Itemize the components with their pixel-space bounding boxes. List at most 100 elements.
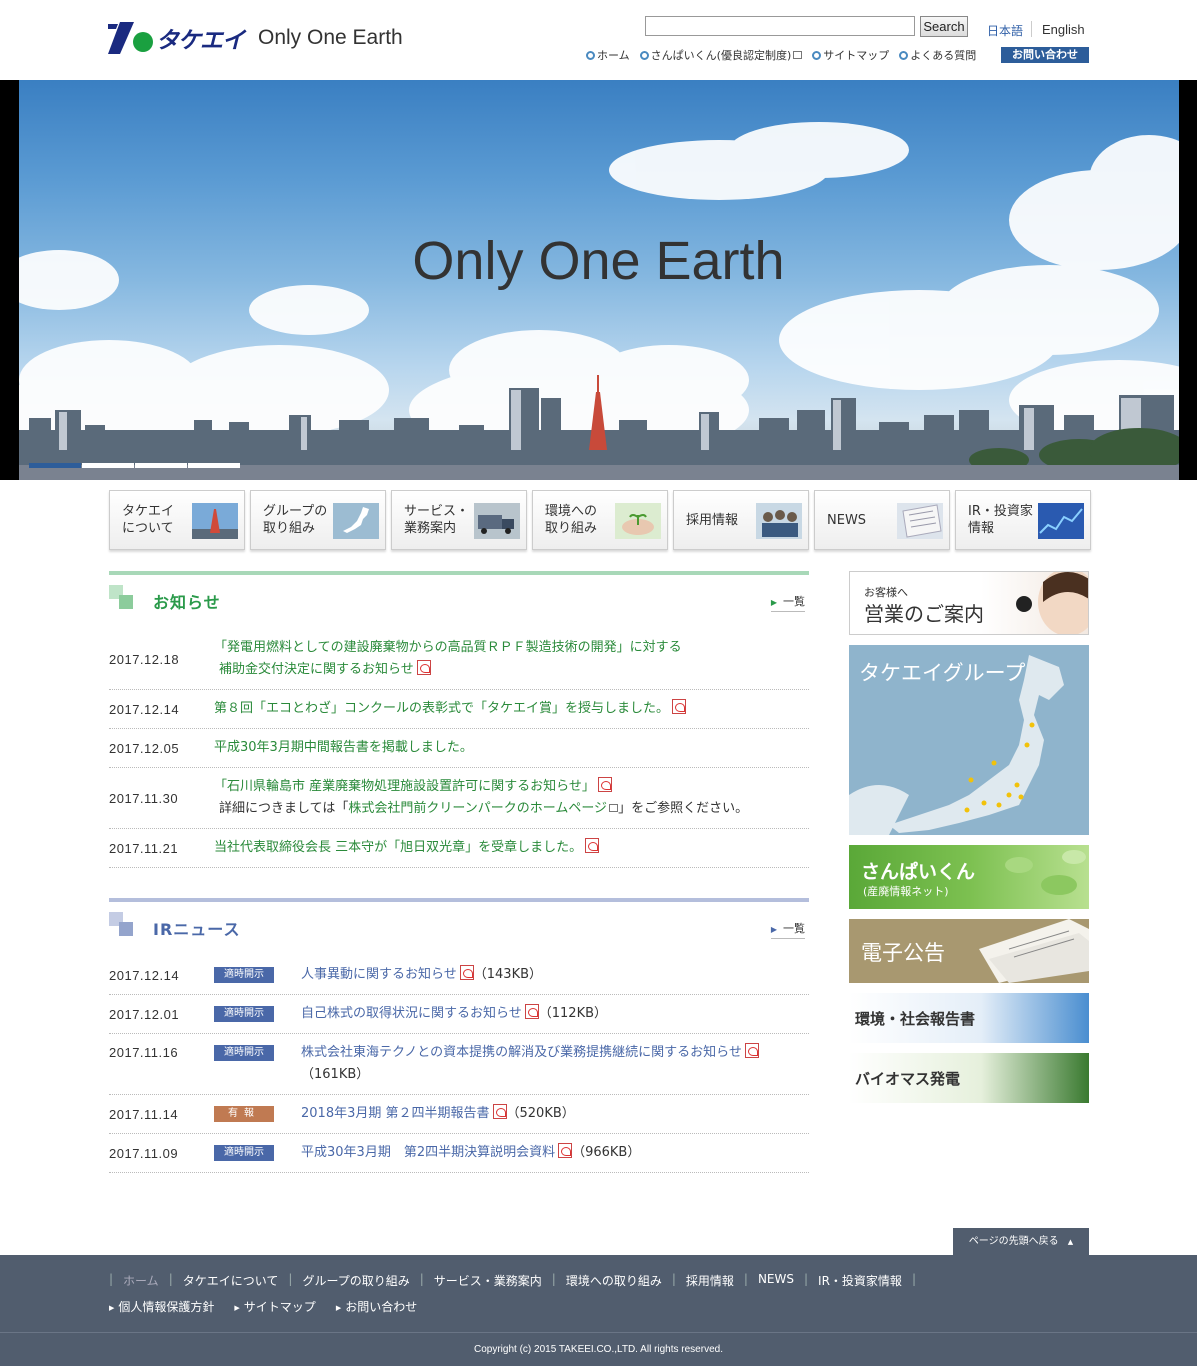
footer-link-contact[interactable]: ▶ お問い合わせ [336,1298,417,1315]
banner-takeei-group[interactable]: タケエイグループ [849,645,1089,835]
pdf-icon [672,699,687,714]
footer-link-services[interactable]: サービス・業務案内 [434,1272,542,1289]
japan-map-icon [849,655,1064,835]
ir-category-badge: 適時開示 [214,967,274,983]
footer-link-sitemap[interactable]: ▶ サイトマップ [234,1298,315,1315]
gnav-about[interactable]: タケエイ について [109,490,245,550]
footer-divider [0,1332,1197,1333]
triangle-right-icon: ▶ [234,1304,240,1312]
newspaper-thumb-icon [897,503,943,539]
triangle-right-icon: ▶ [109,1304,115,1312]
gnav-recruit[interactable]: 採用情報 [673,490,809,550]
slider-dot-2[interactable] [82,463,134,468]
banner-biomass-power[interactable]: バイオマス発電 [849,1053,1089,1103]
ir-link[interactable]: 2018年3月期 第２四半期報告書 [301,1104,507,1121]
slider-pager [29,463,241,468]
news-link[interactable]: 当社代表取締役会長 三本守が「旭日双光章」を受章しました。 [214,838,600,855]
ir-link[interactable]: 自己株式の取得状況に関するお知らせ [301,1004,539,1021]
news-section: お知らせ ▶ 一覧 2017.12.18 「発電用燃料としての建設廃棄物からの高品… [109,571,809,1173]
footer-subnav: ▶ 個人情報保護方針 ▶ サイトマップ ▶ お問い合わせ [109,1298,437,1315]
logo-mark-icon [108,22,153,54]
pdf-icon [597,777,612,792]
logo-wordmark: タケエイ [156,28,245,54]
site-logo[interactable]: タケエイ Only One Earth [108,20,403,56]
footer-link-recruit[interactable]: 採用情報 [686,1272,734,1289]
gnav-services[interactable]: サービス・ 業務案内 [391,490,527,550]
slider-dot-1[interactable] [29,463,81,468]
ir-item: 2017.11.14 有報 2018年3月期 第２四半期報告書 （520KB） [109,1095,809,1134]
footer-nav: | ホーム | タケエイについて | グループの取り組み | サービス・業務案内 | 環… [109,1272,916,1289]
ir-link[interactable]: 人事異動に関するお知らせ [301,965,474,982]
util-nav-home[interactable]: ホーム [586,47,630,63]
site-footer: | ホーム | タケエイについて | グループの取り組み | サービス・業務案内 | 環… [0,1255,1197,1366]
banner-sales-guide[interactable]: お客様へ 営業のご案内 [849,571,1089,635]
operator-woman-image [1016,572,1088,634]
search-button[interactable]: Search [920,16,968,37]
news-item: 2017.12.18 「発電用燃料としての建設廃棄物からの高品質ＲＰＦ製造技術の… [109,629,809,690]
logo-tagline: Only One Earth [258,26,403,49]
banner-csr-report[interactable]: 環境・社会報告書 [849,993,1089,1043]
triangle-up-icon: ▲ [1067,1238,1074,1246]
lang-japanese-link[interactable]: 日本語 [987,22,1023,39]
chart-thumb-icon [1038,503,1084,539]
pdf-icon [558,1143,573,1158]
triangle-right-icon: ▶ [335,1304,342,1312]
global-nav: タケエイ について グループの 取り組み サービス・ 業務案内 環境への 取り組… [109,490,1091,550]
ir-link[interactable]: 平成30年3月期 第2四半期決算説明会資料 [301,1143,573,1160]
contact-button[interactable]: お問い合わせ [1001,47,1089,63]
ir-category-badge: 有報 [214,1106,274,1122]
pdf-icon [416,660,431,675]
external-link-icon [609,804,619,812]
footer-link-about[interactable]: タケエイについて [183,1272,279,1289]
ir-title: IRニュース [153,920,241,939]
news-link[interactable]: 第８回「エコとわざ」コンクールの表彰式で「タケエイ賞」を授与しました。 [214,699,687,716]
truck-thumb-icon [474,503,520,539]
gnav-environment[interactable]: 環境への 取り組み [532,490,668,550]
footer-link-news[interactable]: NEWS [758,1272,794,1289]
news-item: 2017.12.05 平成30年3月期中間報告書を掲載しました。 [109,729,809,768]
ir-link[interactable]: 株式会社東海テクノとの資本提携の解消及び業務提携継続に関するお知らせ [301,1043,759,1060]
footer-link-home[interactable]: ホーム [123,1272,159,1289]
lang-english-link[interactable]: English [1042,22,1085,37]
util-nav-sanpaikun[interactable]: さんぱいくん(優良認定制度) [639,47,803,63]
footer-link-privacy[interactable]: ▶ 個人情報保護方針 [109,1298,214,1315]
slider-dot-3[interactable] [135,463,187,468]
util-nav-sitemap[interactable]: サイトマップ [812,47,889,63]
utility-nav: ホーム さんぱいくん(優良認定制度) サイトマップ よくある質問 [586,47,986,63]
gnav-news[interactable]: NEWS [814,490,950,550]
gnav-ir[interactable]: IR・投資家 情報 [955,490,1091,550]
sidebar: お客様へ 営業のご案内 タケエイグループ さんぱいくん (産廃情報ネット) 電子… [849,571,1089,1113]
pdf-icon [459,965,474,980]
ir-item: 2017.11.16 適時開示 株式会社東海テクノとの資本提携の解消及び業務提携… [109,1034,809,1095]
site-header: タケエイ Only One Earth Search 日本語 English ホ… [0,0,1197,80]
back-to-top-button[interactable]: ページの先頭へ戻る ▲ [953,1228,1089,1255]
ir-list: 2017.12.14 適時開示 人事異動に関するお知らせ （143KB） 2017… [109,956,809,1173]
documents-image [979,919,1089,983]
footer-link-environment[interactable]: 環境への取り組み [566,1272,662,1289]
footer-link-ir[interactable]: IR・投資家情報 [818,1272,902,1289]
external-link-icon [793,51,803,59]
news-more-link[interactable]: ▶ 一覧 [770,593,805,612]
footer-link-group[interactable]: グループの取り組み [302,1272,409,1289]
section-square-icon [109,585,135,611]
util-nav-faq[interactable]: よくある質問 [899,47,976,63]
news-link[interactable]: 「石川県輪島市 産業廃棄物処理施設設置許可に関するお知らせ」 [214,777,612,794]
hero-title: Only One Earth [412,231,785,291]
search-input[interactable] [645,16,915,36]
circle-bullet-icon [899,50,909,60]
banner-electronic-notice[interactable]: 電子公告 [849,919,1089,983]
gnav-group[interactable]: グループの 取り組み [250,490,386,550]
ir-item: 2017.12.14 適時開示 人事異動に関するお知らせ （143KB） [109,956,809,995]
news-section-header: お知らせ ▶ 一覧 [109,575,809,619]
ir-more-link[interactable]: ▶ 一覧 [770,920,805,939]
news-link[interactable]: 「発電用燃料としての建設廃棄物からの高品質ＲＰＦ製造技術の開発」に対する 補助金交… [214,640,682,677]
monzen-clean-park-link[interactable]: 株式会社門前クリーンパークのホームページ [348,801,619,816]
tokyo-tower-thumb-icon [192,503,238,539]
banner-sanpaikun[interactable]: さんぱいくん (産廃情報ネット) [849,845,1089,909]
slider-dot-4[interactable] [188,463,240,468]
news-list: 2017.12.18 「発電用燃料としての建設廃棄物からの高品質ＲＰＦ製造技術の… [109,629,809,868]
pdf-icon [524,1004,539,1019]
people-thumb-icon [756,503,802,539]
news-link[interactable]: 平成30年3月期中間報告書を掲載しました。 [214,740,473,755]
ir-item: 2017.12.01 適時開示 自己株式の取得状況に関するお知らせ （112KB） [109,995,809,1034]
